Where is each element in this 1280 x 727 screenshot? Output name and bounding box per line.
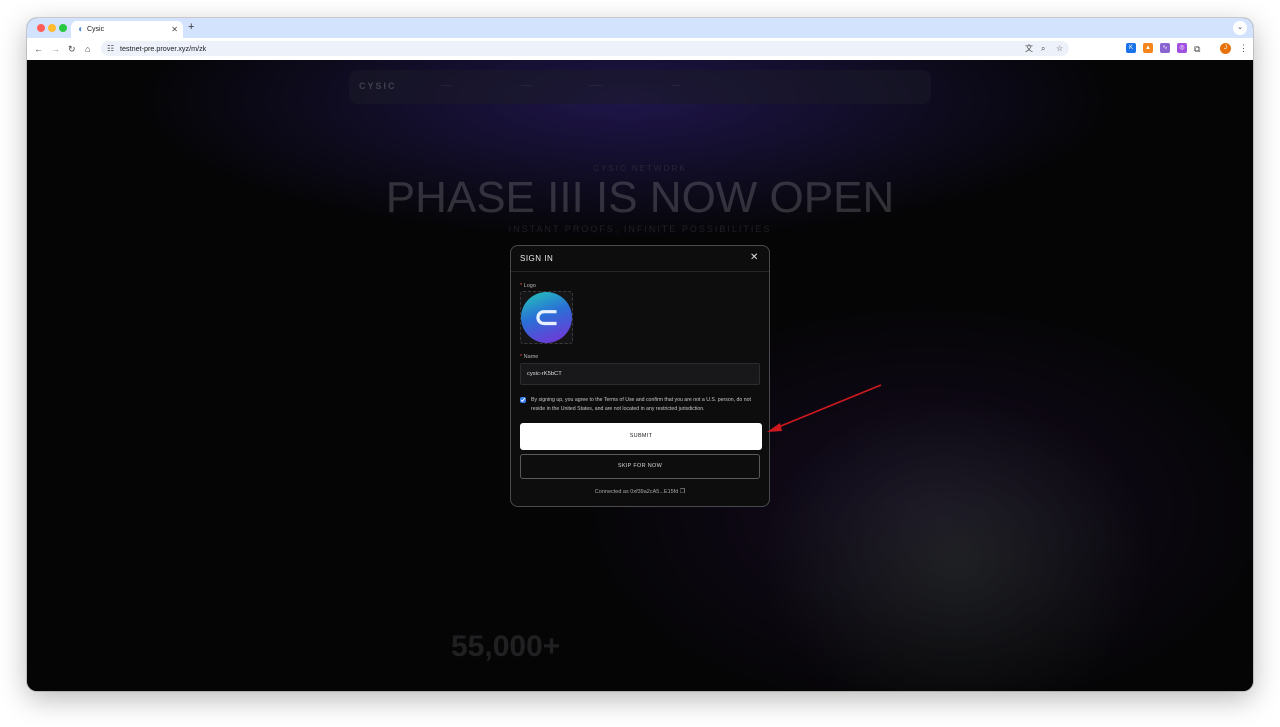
tab-title: Cysic (87, 26, 105, 33)
extension-wave-icon[interactable]: ∿ (1160, 43, 1170, 53)
cysic-logo-icon: ⊂ (533, 301, 560, 334)
name-field-label: * Name (520, 353, 538, 361)
close-window-button[interactable] (37, 24, 45, 32)
connected-wallet-text: Connected as 0xf39a2cA5...E15fd (594, 489, 679, 495)
metamask-extension-icon[interactable]: ▲ (1143, 43, 1153, 53)
cysic-favicon-icon: ◖ (77, 24, 84, 35)
skip-for-now-button[interactable]: SKIP FOR NOW (520, 454, 760, 479)
modal-divider (511, 271, 769, 272)
name-input[interactable] (520, 363, 760, 385)
zoom-icon[interactable]: ⌕ (1041, 42, 1045, 55)
modal-title: SIGN IN (520, 254, 554, 263)
back-icon[interactable]: ← (34, 42, 43, 56)
home-icon[interactable]: ⌂ (85, 42, 90, 56)
name-label-text: Name (523, 354, 539, 360)
maximize-window-button[interactable] (59, 24, 67, 32)
page-content: CYSIC ‒‒‒ ‒‒‒ ‒‒‒‒ ‒‒‒ CYSIC NETWORK PHA… (27, 60, 1253, 691)
new-tab-icon[interactable]: + (188, 21, 194, 34)
profile-avatar[interactable]: J (1220, 43, 1231, 54)
logo-label-text: Logo (523, 283, 536, 289)
forward-icon[interactable]: → (51, 42, 60, 56)
extension-spiral-icon[interactable]: ◎ (1177, 43, 1187, 53)
bookmark-star-icon[interactable]: ☆ (1056, 42, 1063, 55)
logo-upload[interactable]: ⊂ (520, 291, 573, 344)
address-bar[interactable]: ☷ testnet-pre.prover.xyz/m/zk 文 ⌕ ☆ (101, 41, 1069, 56)
browser-toolbar: ← → ↻ ⌂ ☷ testnet-pre.prover.xyz/m/zk 文 … (27, 38, 1253, 61)
close-icon[interactable]: ✕ (750, 252, 758, 264)
copy-icon[interactable]: ❐ (680, 489, 685, 495)
browser-tab[interactable]: ◖ Cysic ✕ (71, 21, 183, 38)
tab-close-icon[interactable]: ✕ (171, 24, 178, 35)
translate-icon[interactable]: 文 (1025, 42, 1033, 55)
agree-terms-checkbox[interactable] (520, 397, 526, 403)
site-info-icon[interactable]: ☷ (107, 42, 114, 55)
logo-field-label: * Logo (520, 282, 536, 290)
sign-in-modal: SIGN IN ✕ * Logo ⊂ * Name By signing up,… (510, 245, 770, 507)
extension-k-icon[interactable]: K (1126, 43, 1136, 53)
kebab-menu-icon[interactable]: ⋮ (1239, 42, 1248, 55)
minimize-window-button[interactable] (48, 24, 56, 32)
connected-wallet: Connected as 0xf39a2cA5...E15fd ❐ (511, 488, 769, 496)
browser-window: ◖ Cysic ✕ + ⌄ ← → ↻ ⌂ ☷ testnet-pre.prov… (27, 18, 1253, 691)
submit-button[interactable]: SUBMIT (520, 423, 762, 450)
url-text: testnet-pre.prover.xyz/m/zk (120, 44, 207, 53)
tab-search-chevron-icon[interactable]: ⌄ (1233, 21, 1247, 35)
extensions-puzzle-icon[interactable]: ⧉ (1194, 42, 1200, 56)
tab-strip: ◖ Cysic ✕ + ⌄ (27, 18, 1253, 38)
agree-terms-text: By signing up, you agree to the Terms of… (531, 397, 751, 412)
reload-icon[interactable]: ↻ (68, 42, 76, 56)
